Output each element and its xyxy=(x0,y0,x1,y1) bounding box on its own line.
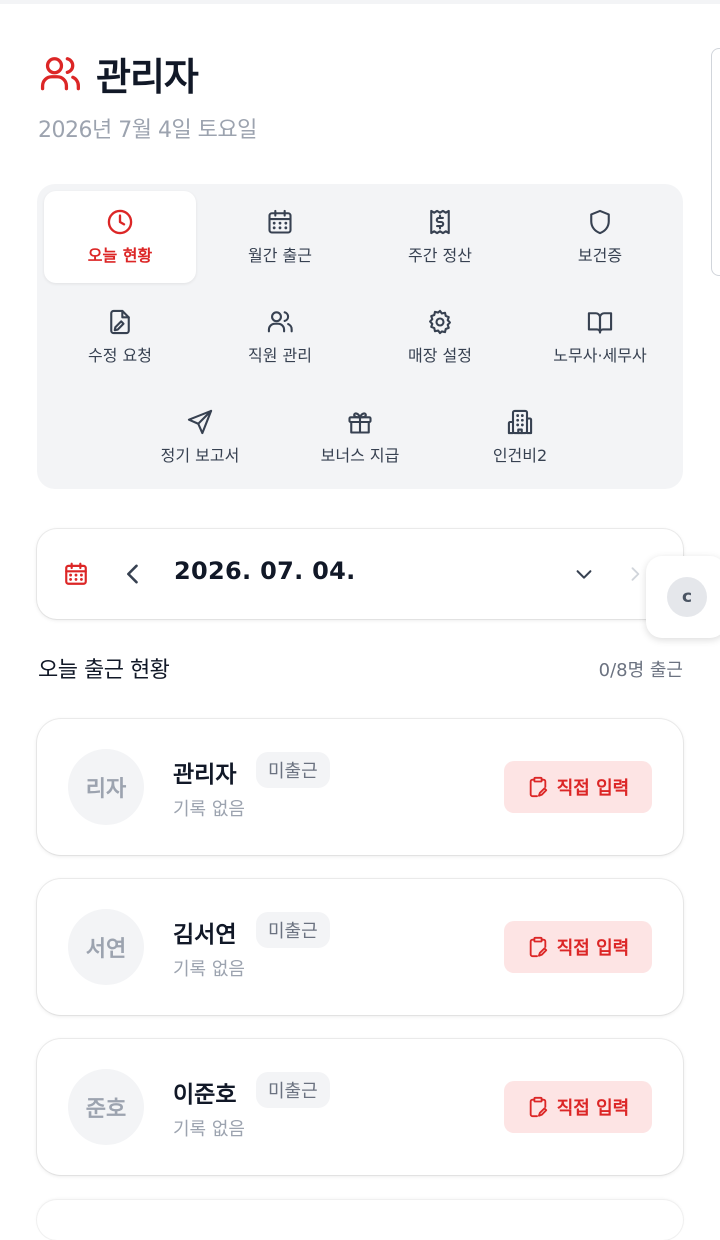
building-icon xyxy=(507,409,533,435)
employee-name: 이준호 xyxy=(173,1082,237,1108)
menu-item-label: 매장 설정 xyxy=(408,346,472,365)
attendance-count: 0/8명 출근 xyxy=(598,660,683,681)
menu-item-label: 노무사·세무사 xyxy=(553,346,647,365)
clipboard-edit-icon xyxy=(529,1096,547,1118)
direct-input-button[interactable]: 직접 입력 xyxy=(504,761,652,813)
floating-c-button[interactable]: c xyxy=(667,577,707,617)
calendar-icon xyxy=(268,209,292,234)
avatar: 준호 xyxy=(68,1069,144,1145)
gear-icon xyxy=(429,309,451,335)
menu-item-label: 월간 출근 xyxy=(248,246,312,265)
users-icon xyxy=(40,56,80,90)
employee-card: 준호 이준호 미출근 기록 없음 직접 입력 xyxy=(37,1039,683,1175)
employee-name: 김서연 xyxy=(173,922,237,948)
date-selector: 2026. 07. 04. xyxy=(37,529,683,619)
side-drawer-handle[interactable] xyxy=(711,48,720,276)
file-edit-icon xyxy=(110,309,130,335)
menu-item-label: 주간 정산 xyxy=(408,246,472,265)
book-icon xyxy=(587,312,613,334)
menu-item-regular-report[interactable]: 정기 보고서 xyxy=(124,391,276,483)
receipt-icon xyxy=(430,209,450,235)
menu-item-label: 수정 요청 xyxy=(88,346,152,365)
floating-widget: c xyxy=(646,556,720,638)
clipboard-edit-icon xyxy=(529,936,547,958)
status-badge: 미출근 xyxy=(256,912,330,948)
clipboard-edit-icon xyxy=(529,776,547,798)
chevron-right-icon[interactable] xyxy=(625,563,645,585)
menu-item-labor-tax[interactable]: 노무사·세무사 xyxy=(524,291,676,383)
avatar: 리자 xyxy=(68,749,144,825)
shield-icon xyxy=(590,209,610,235)
menu-item-today[interactable]: 오늘 현황 xyxy=(44,191,196,283)
direct-input-button[interactable]: 직접 입력 xyxy=(504,1081,652,1133)
direct-input-label: 직접 입력 xyxy=(556,778,630,799)
menu-item-store-settings[interactable]: 매장 설정 xyxy=(364,291,516,383)
menu-item-label: 직원 관리 xyxy=(248,346,312,365)
page-header: 관리자 xyxy=(38,46,199,101)
avatar: 서연 xyxy=(68,909,144,985)
page-title: 관리자 xyxy=(96,55,199,99)
status-badge: 미출근 xyxy=(256,752,330,788)
direct-input-label: 직접 입력 xyxy=(556,938,630,959)
chevron-left-icon[interactable] xyxy=(119,559,147,589)
menu-item-monthly[interactable]: 월간 출근 xyxy=(204,191,356,283)
top-divider xyxy=(0,0,720,4)
employee-card: 리자 관리자 미출근 기록 없음 직접 입력 xyxy=(37,719,683,855)
menu-item-label: 보건증 xyxy=(577,246,623,265)
menu-item-label: 보너스 지급 xyxy=(320,446,400,465)
employee-card xyxy=(37,1200,683,1240)
menu-item-edit-request[interactable]: 수정 요청 xyxy=(44,291,196,383)
menu-item-health-cert[interactable]: 보건증 xyxy=(524,191,676,283)
employee-name: 관리자 xyxy=(173,762,237,788)
menu-item-label: 오늘 현황 xyxy=(87,246,153,265)
calendar-icon[interactable] xyxy=(63,561,89,587)
current-date-text: 2026년 7월 4일 토요일 xyxy=(38,118,257,143)
direct-input-button[interactable]: 직접 입력 xyxy=(504,921,652,973)
record-text: 기록 없음 xyxy=(173,959,245,980)
menu-item-bonus[interactable]: 보너스 지급 xyxy=(284,391,436,483)
menu-item-staff[interactable]: 직원 관리 xyxy=(204,291,356,383)
menu-item-labor-cost[interactable]: 인건비2 xyxy=(444,391,596,483)
selected-date[interactable]: 2026. 07. 04. xyxy=(174,557,356,585)
send-icon xyxy=(187,409,213,435)
gift-icon xyxy=(348,412,372,434)
section-title: 오늘 출근 현황 xyxy=(38,658,170,683)
clock-icon xyxy=(107,209,133,235)
menu-item-label: 인건비2 xyxy=(492,446,548,465)
record-text: 기록 없음 xyxy=(173,799,245,820)
record-text: 기록 없음 xyxy=(173,1119,245,1140)
menu-item-label: 정기 보고서 xyxy=(160,446,240,465)
menu-item-weekly[interactable]: 주간 정산 xyxy=(364,191,516,283)
status-badge: 미출근 xyxy=(256,1072,330,1108)
chevron-down-icon[interactable] xyxy=(572,563,596,585)
direct-input-label: 직접 입력 xyxy=(556,1098,630,1119)
menu-grid: 오늘 현황 월간 출근 주간 정산 보건증 수정 요청 직원 관리 매장 설정 … xyxy=(37,184,683,489)
employee-card: 서연 김서연 미출근 기록 없음 직접 입력 xyxy=(37,879,683,1015)
users-icon xyxy=(267,311,293,333)
